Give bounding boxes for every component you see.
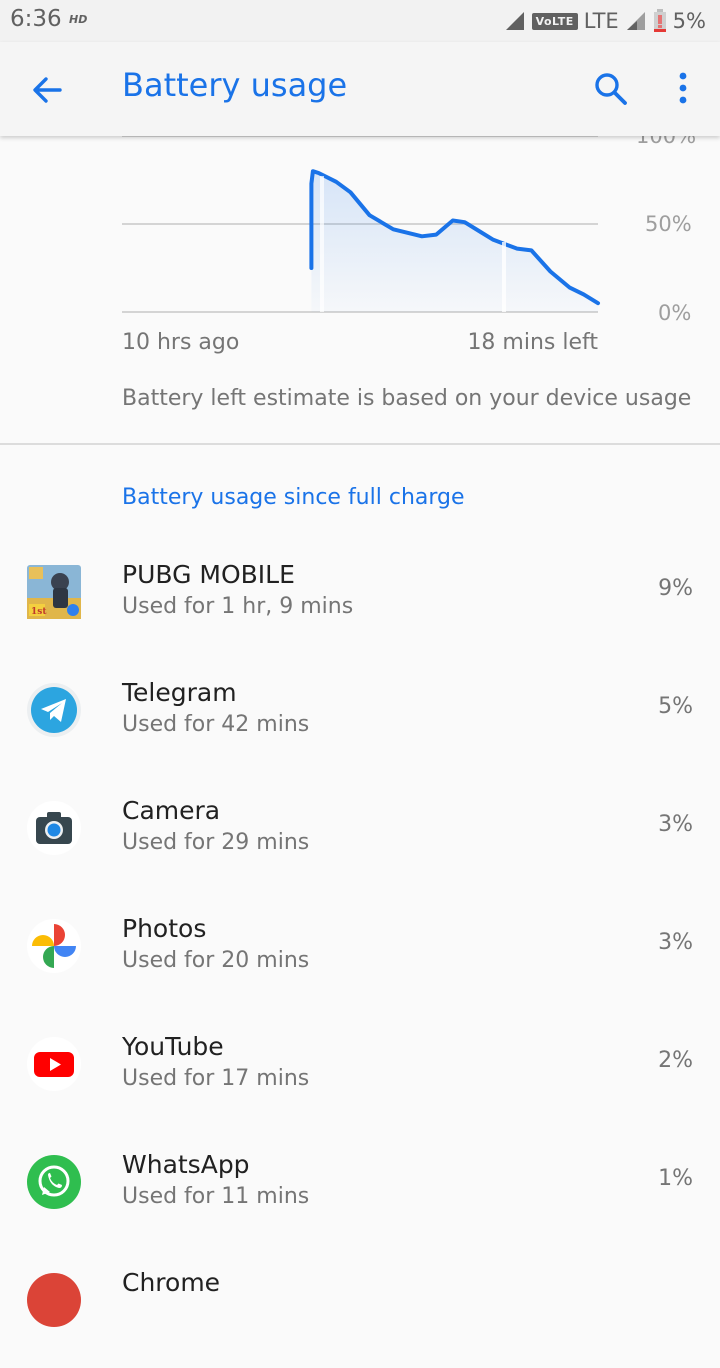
app-name: YouTube — [122, 1032, 224, 1061]
app-name: Photos — [122, 914, 207, 943]
app-usage: Used for 29 mins — [122, 830, 310, 855]
app-usage: Used for 11 mins — [122, 1184, 310, 1209]
section-title: Battery usage since full charge — [122, 485, 465, 510]
photos-icon — [27, 919, 81, 973]
youtube-icon — [27, 1037, 81, 1091]
chart-end-label: 18 mins left — [467, 330, 598, 355]
list-item-youtube[interactable]: YouTube Used for 17 mins 2% — [0, 1014, 720, 1132]
app-name: PUBG MOBILE — [122, 560, 295, 589]
app-name: Telegram — [122, 678, 237, 707]
app-bar: Battery usage — [0, 42, 720, 136]
page-title: Battery usage — [122, 66, 348, 104]
app-usage: Used for 42 mins — [122, 712, 310, 737]
list-item-photos[interactable]: Photos Used for 20 mins 3% — [0, 896, 720, 1014]
app-percent: 2% — [658, 1048, 693, 1073]
app-usage: Used for 20 mins — [122, 948, 310, 973]
camera-icon — [27, 801, 81, 855]
battery-percent: 5% — [672, 9, 706, 33]
list-item-whatsapp[interactable]: WhatsApp Used for 11 mins 1% — [0, 1132, 720, 1250]
more-vert-icon[interactable] — [668, 68, 698, 110]
signal-icon — [505, 12, 524, 30]
hd-indicator: HD — [69, 13, 88, 26]
telegram-icon — [27, 683, 81, 737]
estimate-note: Battery left estimate is based on your d… — [122, 386, 692, 411]
app-usage: Used for 17 mins — [122, 1066, 310, 1091]
chart-start-label: 10 hrs ago — [122, 330, 240, 355]
status-time: 6:36 — [10, 6, 62, 32]
volte-badge: VoLTE — [531, 12, 578, 30]
battery-chart — [122, 136, 600, 313]
search-icon[interactable] — [590, 68, 632, 110]
signal-lte-icon — [626, 12, 645, 30]
whatsapp-icon — [27, 1155, 81, 1209]
status-icons: VoLTE LTE 5% — [504, 6, 706, 36]
app-percent: 9% — [658, 576, 693, 601]
network-type: LTE — [583, 9, 619, 33]
app-percent: 5% — [658, 694, 693, 719]
list-item-camera[interactable]: Camera Used for 29 mins 3% — [0, 778, 720, 896]
list-item-telegram[interactable]: Telegram Used for 42 mins 5% — [0, 660, 720, 778]
app-percent: 1% — [658, 1166, 693, 1191]
app-name: Camera — [122, 796, 221, 825]
app-usage: Used for 1 hr, 9 mins — [122, 594, 354, 619]
list-item-pubg[interactable]: 1st PUBG MOBILE Used for 1 hr, 9 mins 9% — [0, 542, 720, 660]
status-bar: 6:36 HD VoLTE LTE 5% — [0, 0, 720, 42]
app-name: Chrome — [122, 1268, 221, 1297]
battery-icon — [653, 9, 666, 32]
chrome-icon — [27, 1273, 81, 1327]
app-percent: 3% — [658, 930, 693, 955]
app-name: WhatsApp — [122, 1150, 250, 1179]
battery-area — [311, 171, 598, 312]
svg-text:1st: 1st — [31, 607, 47, 617]
arrow-back-icon[interactable] — [28, 70, 68, 110]
y-tick-0: 0% — [658, 301, 692, 325]
app-percent: 3% — [658, 812, 693, 837]
divider — [0, 443, 720, 445]
pubg-icon: 1st — [27, 565, 81, 619]
list-item-chrome[interactable]: Chrome — [0, 1250, 720, 1368]
y-tick-50: 50% — [645, 212, 692, 236]
